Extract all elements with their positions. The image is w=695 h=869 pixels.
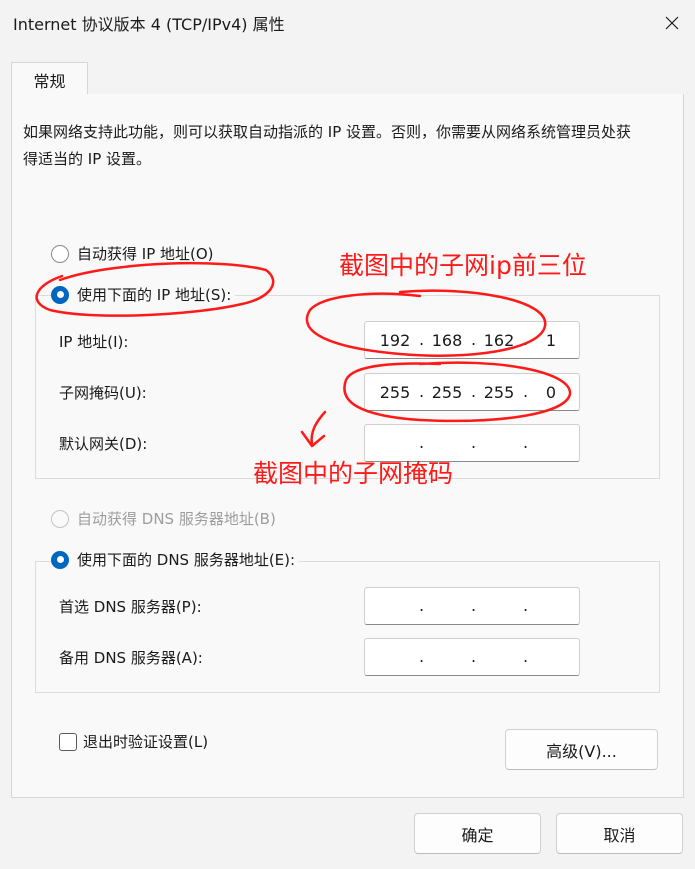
description-text: 如果网络支持此功能，则可以获取自动指派的 IP 设置。否则，你需要从网络系统管理… <box>23 123 632 168</box>
cancel-button[interactable]: 取消 <box>556 813 683 854</box>
preferred-dns-label: 首选 DNS 服务器(P): <box>59 598 202 616</box>
octet-separator: . <box>419 647 425 666</box>
octet-separator: . <box>471 433 477 452</box>
validate-on-exit-box[interactable] <box>59 732 77 751</box>
alternate-dns-input[interactable]: . . . <box>364 638 580 676</box>
octet-separator: . <box>471 647 477 666</box>
radio-manual-dns-label: 使用下面的 DNS 服务器地址(E): <box>77 551 296 569</box>
validate-on-exit-label: 退出时验证设置(L) <box>83 733 209 751</box>
ip-address-label: IP 地址(I): <box>59 333 129 351</box>
mask-octet-4[interactable]: 0 <box>531 383 571 402</box>
octet-separator: . <box>523 433 529 452</box>
default-gateway-label: 默认网关(D): <box>59 435 148 453</box>
mask-octet-1[interactable]: 255 <box>375 383 415 402</box>
octet-separator: . <box>419 330 425 349</box>
radio-auto-ip-label: 自动获得 IP 地址(O) <box>77 245 214 263</box>
alternate-dns-label: 备用 DNS 服务器(A): <box>59 649 203 667</box>
annotation-ip-prefix-note: 截图中的子网ip前三位 <box>339 251 587 280</box>
subnet-mask-label: 子网掩码(U): <box>59 384 147 402</box>
radio-auto-dns[interactable]: 自动获得 DNS 服务器地址(B) <box>51 508 276 529</box>
octet-separator: . <box>471 596 477 615</box>
octet-separator: . <box>523 647 529 666</box>
octet-separator: . <box>419 382 425 401</box>
mask-octet-2[interactable]: 255 <box>427 383 467 402</box>
radio-manual-ip[interactable]: 使用下面的 IP 地址(S): <box>51 284 236 305</box>
tab-general[interactable]: 常规 <box>11 62 88 96</box>
ip-octet-3[interactable]: 162 <box>479 331 519 350</box>
title-bar: Internet 协议版本 4 (TCP/IPv4) 属性 <box>0 0 695 46</box>
radio-manual-dns[interactable]: 使用下面的 DNS 服务器地址(E): <box>51 549 300 570</box>
advanced-button[interactable]: 高级(V)... <box>505 729 658 770</box>
octet-separator: . <box>471 330 477 349</box>
subnet-mask-input[interactable]: 255 . 255 . 255 . 0 <box>364 373 580 411</box>
octet-separator: . <box>419 433 425 452</box>
ip-octet-1[interactable]: 192 <box>375 331 415 350</box>
radio-auto-ip[interactable]: 自动获得 IP 地址(O) <box>51 243 214 264</box>
octet-separator: . <box>523 330 529 349</box>
radio-auto-dns-label: 自动获得 DNS 服务器地址(B) <box>77 510 276 528</box>
validate-on-exit-checkbox[interactable]: 退出时验证设置(L) <box>59 731 208 752</box>
octet-separator: . <box>523 382 529 401</box>
radio-auto-ip-indicator[interactable] <box>51 244 69 263</box>
radio-manual-ip-label: 使用下面的 IP 地址(S): <box>77 286 232 304</box>
octet-separator: . <box>471 382 477 401</box>
ip-octet-2[interactable]: 168 <box>427 331 467 350</box>
radio-manual-ip-indicator[interactable] <box>51 285 69 304</box>
octet-separator: . <box>419 596 425 615</box>
preferred-dns-input[interactable]: . . . <box>364 587 580 625</box>
radio-manual-dns-indicator[interactable] <box>51 550 69 569</box>
octet-separator: . <box>523 596 529 615</box>
close-icon <box>665 16 679 30</box>
close-button[interactable] <box>649 0 695 46</box>
ip-octet-4[interactable]: 1 <box>531 331 571 350</box>
tab-strip: 常规 <box>11 62 684 96</box>
mask-octet-3[interactable]: 255 <box>479 383 519 402</box>
ip-address-input[interactable]: 192 . 168 . 162 . 1 <box>364 321 580 359</box>
window-title: Internet 协议版本 4 (TCP/IPv4) 属性 <box>13 15 285 34</box>
radio-auto-dns-indicator[interactable] <box>51 509 69 528</box>
ok-button[interactable]: 确定 <box>414 813 541 854</box>
annotation-subnet-mask-note: 截图中的子网掩码 <box>253 459 454 488</box>
